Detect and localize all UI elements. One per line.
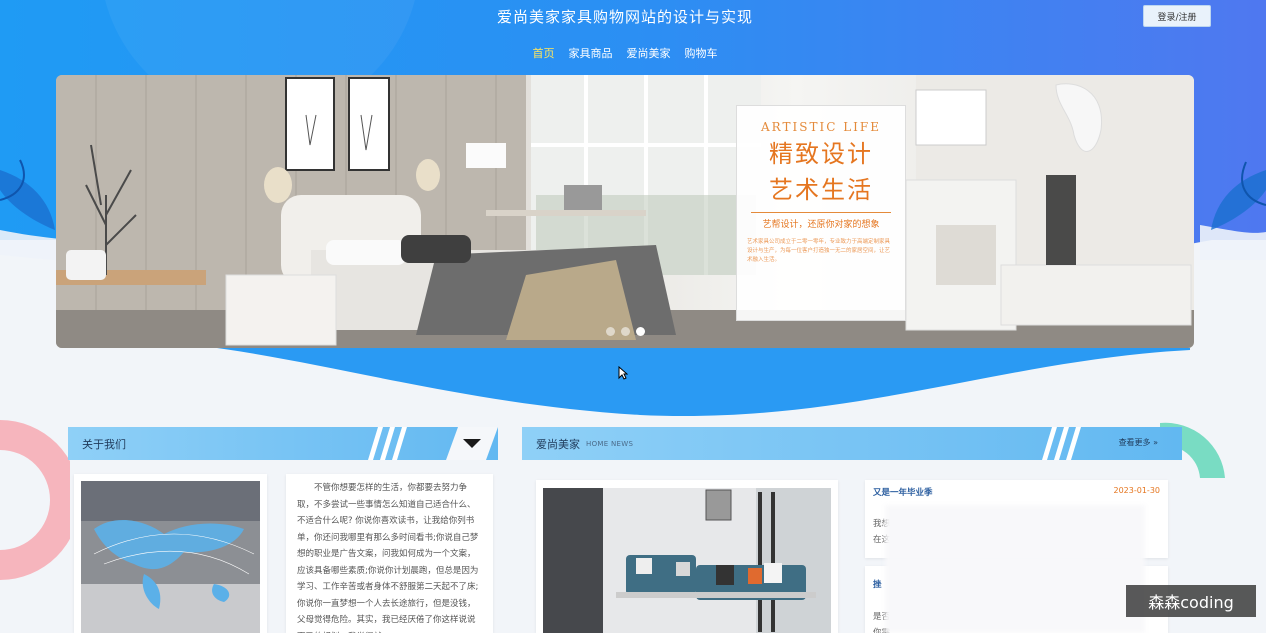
about-image-card bbox=[74, 474, 267, 633]
promo-divider bbox=[751, 212, 891, 213]
carousel-dot-3[interactable] bbox=[636, 327, 645, 336]
nav-item-furniture[interactable]: 家具商品 bbox=[569, 45, 613, 61]
nav-item-home[interactable]: 首页 bbox=[533, 45, 555, 61]
news-item-title[interactable]: 又是一年毕业季 bbox=[873, 486, 933, 498]
news-section-subtitle: HOME NEWS bbox=[586, 439, 634, 448]
carousel-dot-1[interactable] bbox=[606, 327, 615, 336]
promo-title-line1: 精致设计 bbox=[769, 140, 873, 168]
bedroom-photo bbox=[56, 75, 1194, 348]
promo-english-title: ARTISTIC LIFE bbox=[761, 120, 881, 134]
login-register-button[interactable]: 登录/注册 bbox=[1143, 5, 1211, 27]
news-section-header: 爱尚美家 HOME NEWS 查看更多 » bbox=[522, 427, 1182, 460]
view-more-link[interactable]: 查看更多 » bbox=[1119, 437, 1158, 448]
blurred-overlay bbox=[885, 505, 1145, 633]
nav-item-cart[interactable]: 购物车 bbox=[685, 45, 718, 61]
leaf-decoration-left bbox=[0, 159, 55, 230]
stripe-decoration bbox=[368, 427, 407, 460]
world-map-image bbox=[81, 481, 260, 633]
about-text: 不管你想要怎样的生活，你都要去努力争取，不多尝试一些事情怎么知道自己适合什么、不… bbox=[297, 483, 479, 633]
promo-body-text: 艺术家具公司成立于二零一零年，专业致力于高端定制家具设计与生产，为每一位客户打造… bbox=[747, 239, 891, 263]
nav-item-aishang[interactable]: 爱尚美家 bbox=[627, 45, 671, 61]
promo-card: ARTISTIC LIFE 精致设计 艺术生活 艺帮设计，还原你对家的想象 艺术… bbox=[736, 105, 906, 321]
site-title: 爱尚美家家具购物网站的设计与实现 bbox=[496, 8, 753, 26]
news-image-card[interactable] bbox=[536, 480, 838, 633]
about-text-card: 不管你想要怎样的生活，你都要去努力争取，不多尝试一些事情怎么知道自己适合什么、不… bbox=[286, 474, 493, 633]
news-item-title[interactable]: 挫 bbox=[873, 580, 882, 590]
news-section-title: 爱尚美家 bbox=[536, 437, 580, 451]
about-section-header: 关于我们 bbox=[68, 427, 498, 460]
banner-carousel[interactable]: ARTISTIC LIFE 精致设计 艺术生活 艺帮设计，还原你对家的想象 艺术… bbox=[56, 75, 1194, 348]
about-section-title: 关于我们 bbox=[82, 437, 126, 451]
mouse-cursor-icon bbox=[618, 366, 628, 380]
leaf-decoration-right bbox=[1211, 161, 1266, 230]
promo-title-line2: 艺术生活 bbox=[769, 176, 873, 204]
living-room-photo bbox=[543, 488, 831, 633]
promo-subtitle: 艺帮设计，还原你对家的想象 bbox=[762, 220, 880, 230]
about-toggle-button[interactable] bbox=[446, 427, 498, 460]
watermark: 森森coding bbox=[1126, 585, 1256, 617]
stripe-decoration bbox=[1042, 427, 1081, 460]
main-nav: 首页 家具商品 爱尚美家 购物车 bbox=[0, 45, 1250, 61]
carousel-indicators bbox=[606, 327, 645, 336]
news-item-date: 2023-01-30 bbox=[1113, 486, 1161, 495]
pink-ring-decoration bbox=[0, 420, 70, 580]
chevron-down-icon bbox=[463, 439, 481, 449]
carousel-dot-2[interactable] bbox=[621, 327, 630, 336]
